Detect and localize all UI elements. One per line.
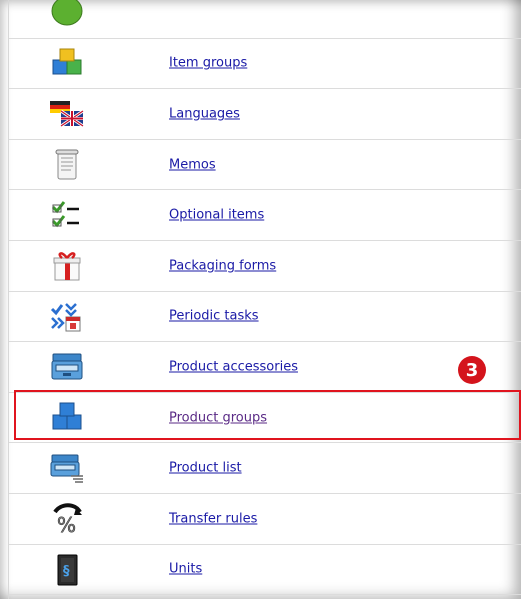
list-item-product-groups: Product groups [9, 393, 521, 444]
checklist-icon [49, 199, 85, 231]
step-callout-badge: 3 [458, 356, 486, 384]
units-book-icon: § [49, 554, 85, 586]
periodic-tasks-icon [49, 301, 85, 333]
item-groups-link[interactable]: Item groups [169, 56, 247, 71]
memos-link[interactable]: Memos [169, 157, 216, 172]
svg-text:%: % [57, 513, 76, 535]
list-item-item-groups: Item groups [9, 39, 521, 90]
list-item-packaging-forms: Packaging forms [9, 241, 521, 292]
green-circle-icon [49, 0, 85, 29]
product-groups-link[interactable]: Product groups [169, 410, 267, 425]
list-item-units: § Units [9, 545, 521, 596]
list-item-transfer-rules: % Transfer rules [9, 494, 521, 545]
product-accessories-link[interactable]: Product accessories [169, 359, 298, 374]
transfer-rules-link[interactable]: Transfer rules [169, 511, 257, 526]
list-item-product-list: Product list [9, 443, 521, 494]
list-item-optional-items: Optional items [9, 190, 521, 241]
percent-transfer-icon: % [49, 503, 85, 535]
product-groups-cubes-icon [49, 402, 85, 434]
settings-list: Item groups Languages Memos Optional ite… [9, 0, 521, 596]
periodic-tasks-link[interactable]: Periodic tasks [169, 309, 259, 324]
svg-text:§: § [63, 564, 70, 579]
languages-link[interactable]: Languages [169, 106, 240, 121]
product-accessories-icon [49, 351, 85, 383]
list-item [9, 0, 521, 39]
gift-box-icon [49, 250, 85, 282]
list-item-languages: Languages [9, 89, 521, 140]
units-link[interactable]: Units [169, 562, 202, 577]
admin-list-panel: Item groups Languages Memos Optional ite… [0, 0, 521, 599]
product-list-link[interactable]: Product list [169, 461, 242, 476]
item-groups-cubes-icon [49, 48, 85, 80]
memo-scroll-icon [49, 149, 85, 181]
list-item-memos: Memos [9, 140, 521, 191]
optional-items-link[interactable]: Optional items [169, 208, 264, 223]
list-item-product-accessories: Product accessories [9, 342, 521, 393]
packaging-forms-link[interactable]: Packaging forms [169, 258, 276, 273]
product-list-icon [49, 452, 85, 484]
list-item-periodic-tasks: Periodic tasks [9, 292, 521, 343]
languages-flags-icon [49, 98, 85, 130]
